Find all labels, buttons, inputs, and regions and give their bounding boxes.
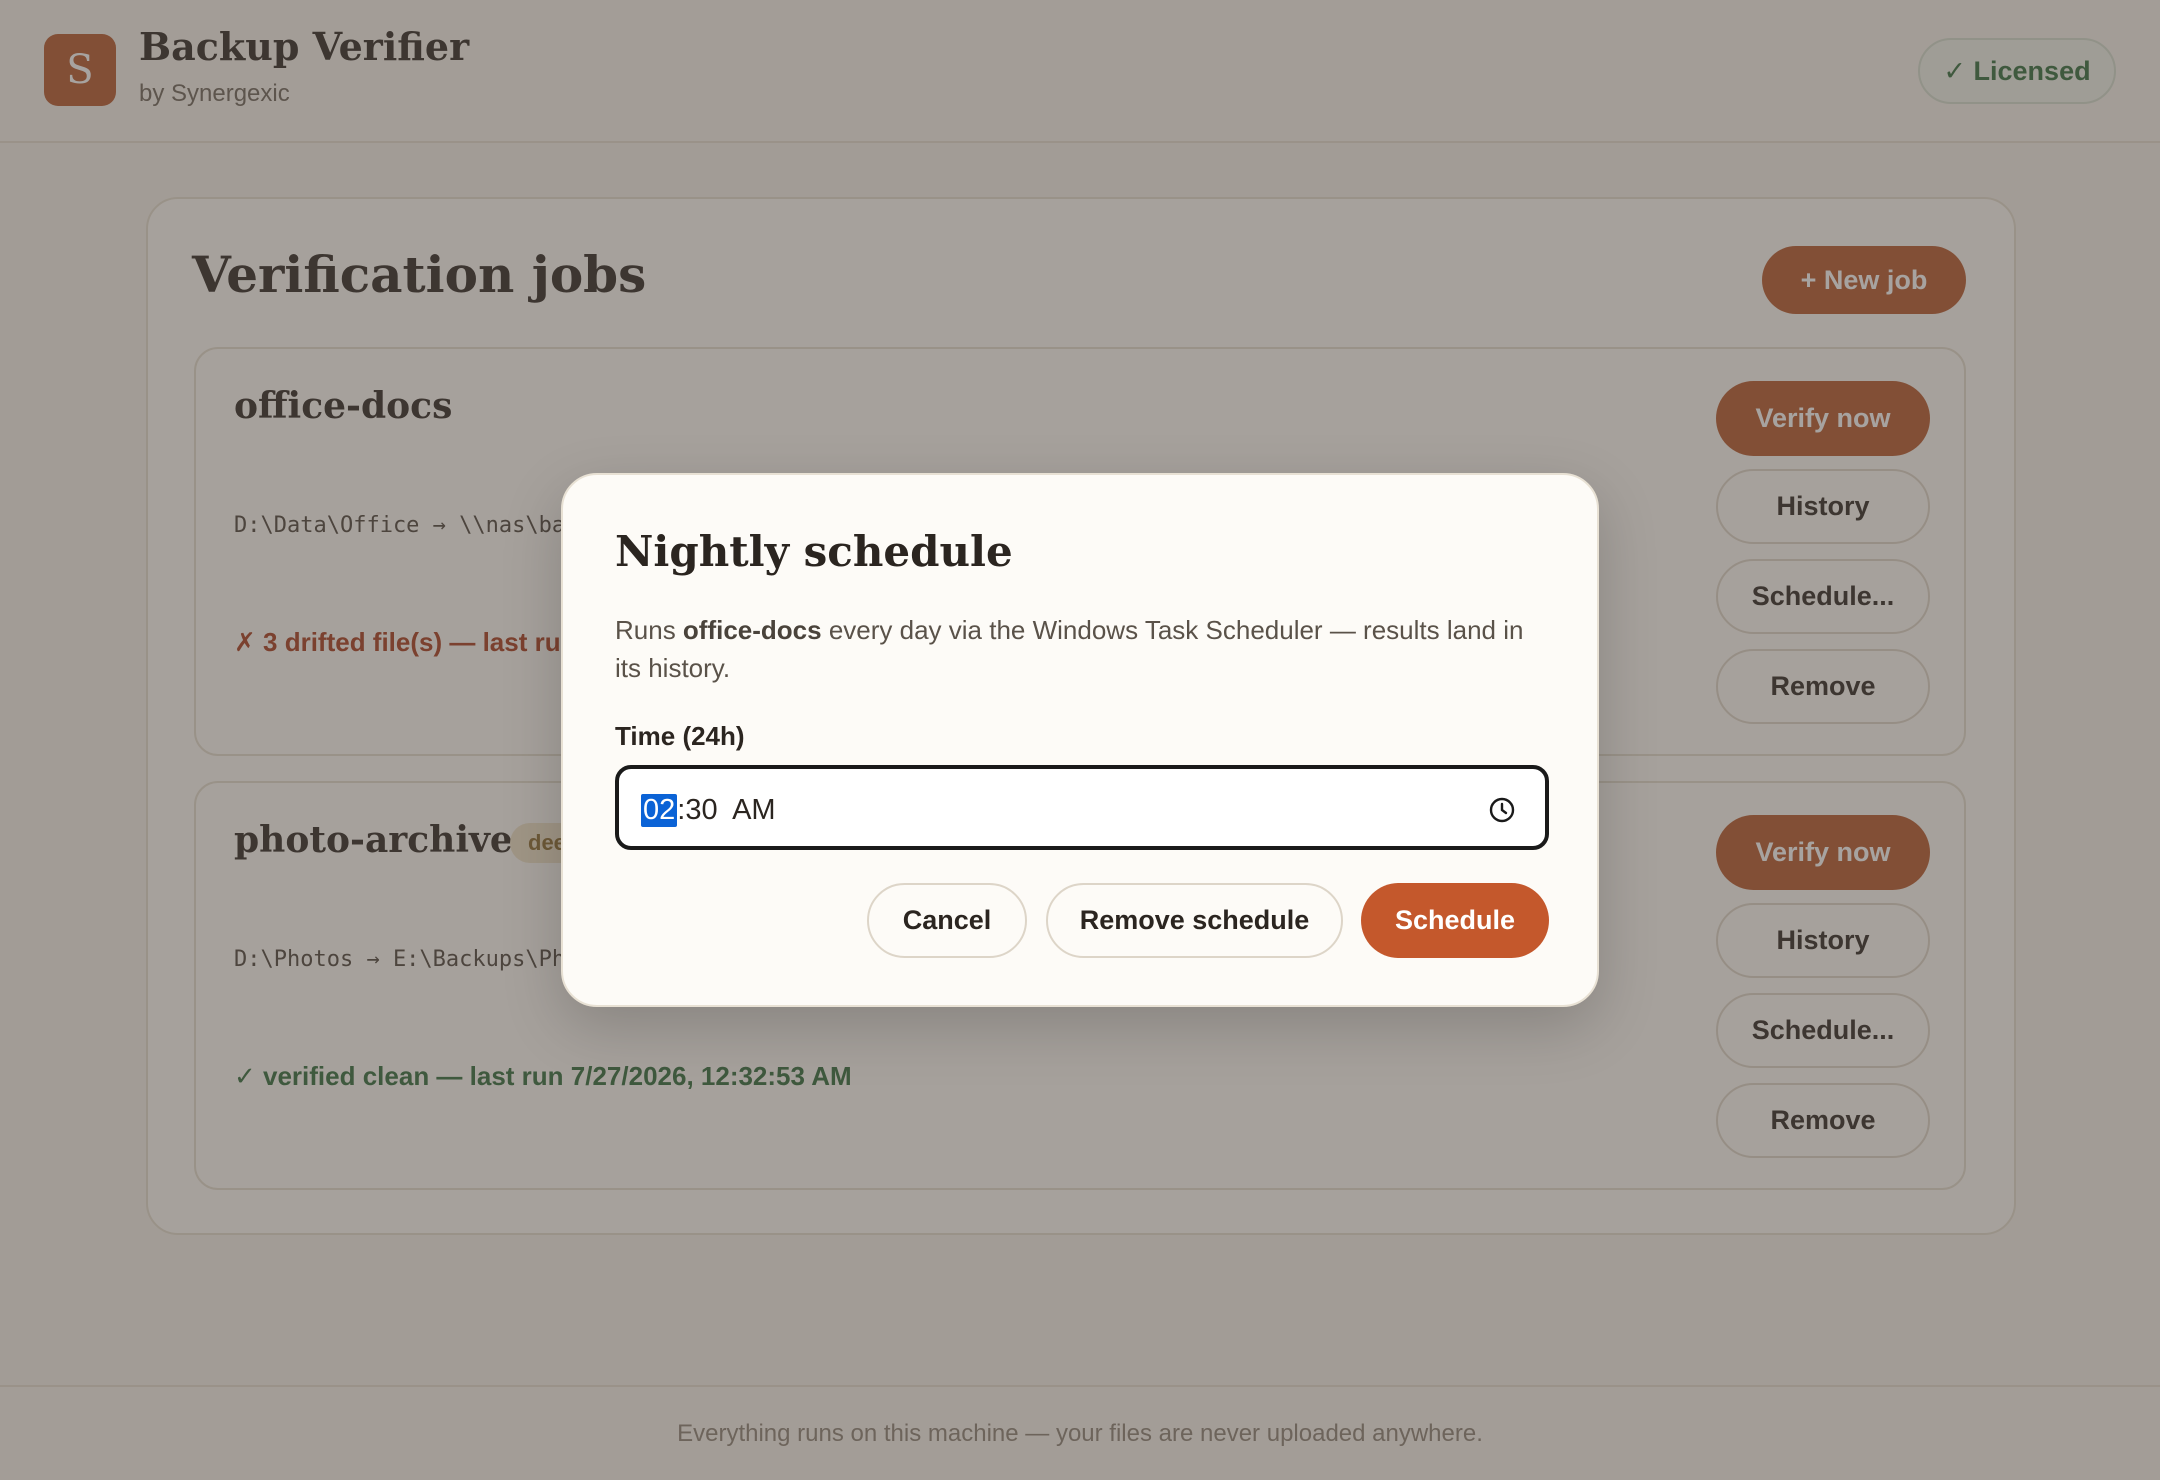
time-input[interactable]: 02:30 AM [615,765,1549,850]
dialog-title: Nightly schedule [615,527,1013,576]
desc-job-name: office-docs [682,615,822,645]
time-value: 02:30 AM [641,791,776,829]
time-hour-segment[interactable]: 02 [641,793,678,827]
time-rest-segment[interactable]: :30 AM [677,794,775,827]
time-label: Time (24h) [615,721,745,751]
desc-prefix: Runs [615,615,683,645]
clock-icon[interactable] [1487,795,1517,825]
schedule-dialog: Nightly schedule Runs office-docs every … [561,473,1599,1007]
schedule-confirm-button[interactable]: Schedule [1361,883,1549,958]
remove-schedule-button[interactable]: Remove schedule [1046,883,1343,958]
dialog-description: Runs office-docs every day via the Windo… [615,611,1555,687]
cancel-button[interactable]: Cancel [867,883,1027,958]
